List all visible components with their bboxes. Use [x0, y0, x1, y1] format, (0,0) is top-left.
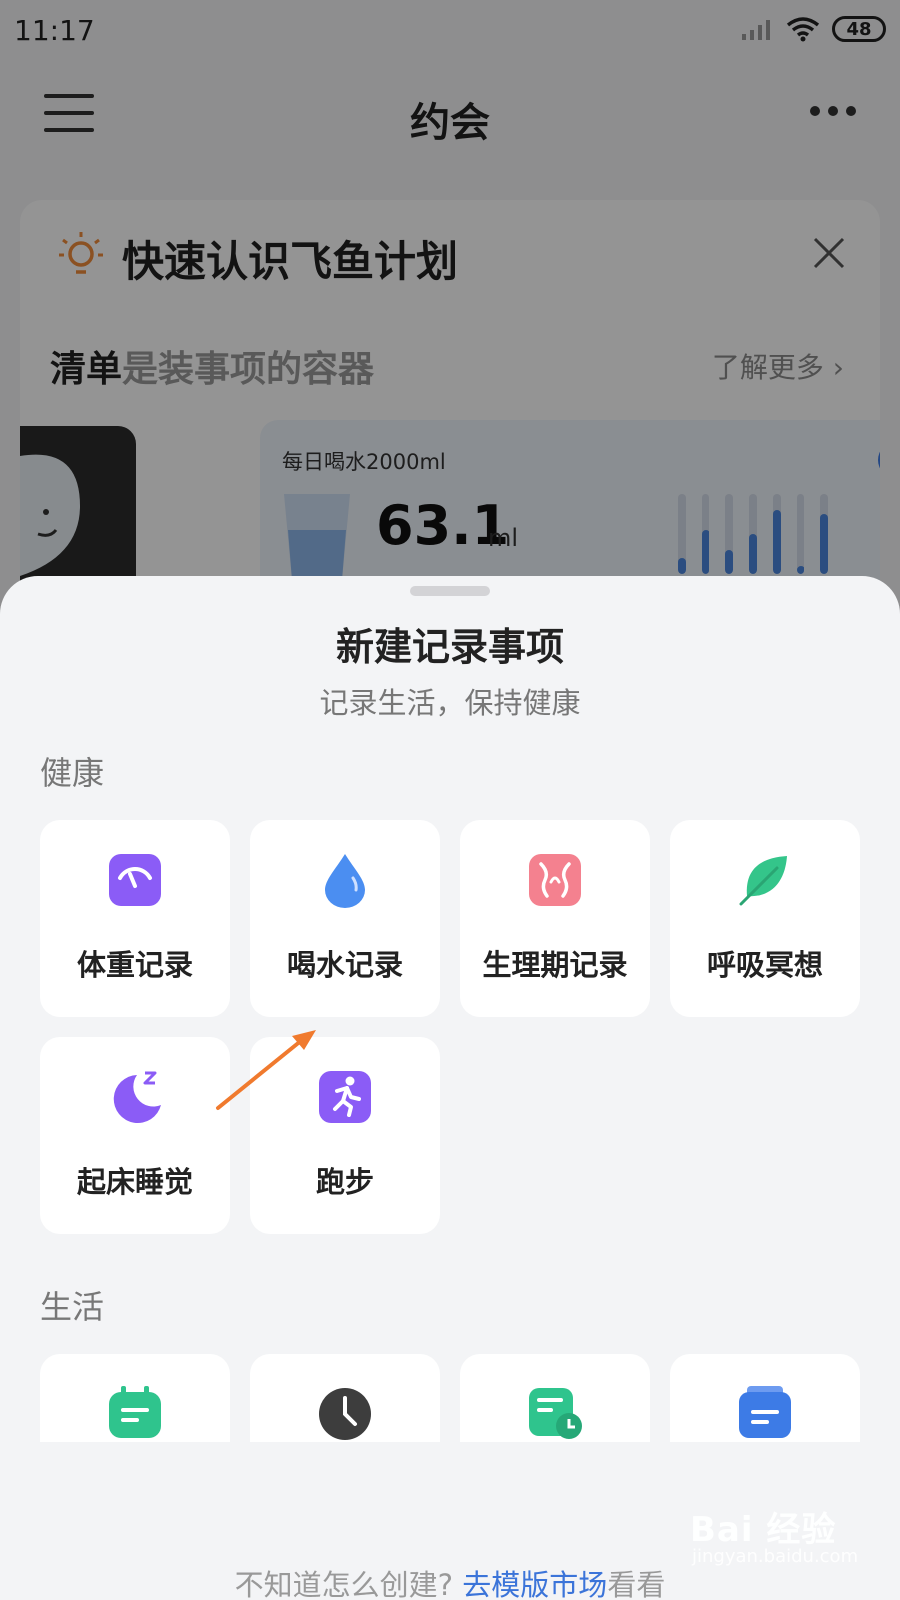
sheet-subtitle: 记录生活，保持健康 — [319, 686, 581, 720]
tile-life-schedule[interactable] — [460, 1354, 650, 1442]
drag-handle[interactable] — [410, 586, 490, 596]
water-drop-icon — [325, 854, 365, 908]
tile-water-record[interactable]: 喝水记录 — [250, 820, 440, 1017]
clock-icon — [319, 1388, 371, 1440]
tile-label: 起床睡觉 — [76, 1165, 193, 1199]
leaf-icon — [739, 856, 787, 906]
template-market-link[interactable]: 去模版市场 — [462, 1568, 607, 1600]
period-icon — [529, 854, 581, 906]
sheet-title: 新建记录事项 — [335, 625, 564, 669]
watermark-url: jingyan.baidu.com — [692, 1546, 859, 1567]
tile-life-clock[interactable] — [250, 1354, 440, 1442]
tile-running[interactable]: 跑步 — [250, 1037, 440, 1234]
moon-icon — [113, 1071, 161, 1123]
section-label-life: 生活 — [40, 1288, 105, 1326]
health-grid: 体重记录 喝水记录 生理期记录 呼吸冥想 起床睡觉 跑步 — [40, 820, 860, 1234]
tile-label: 生理期记录 — [482, 948, 628, 982]
tile-label: 呼吸冥想 — [706, 948, 823, 982]
schedule-icon — [529, 1388, 582, 1439]
tile-life-note[interactable] — [670, 1354, 860, 1442]
footer-prefix: 不知道怎么创建? — [234, 1568, 454, 1600]
new-record-sheet: 新建记录事项 记录生活，保持健康 健康 体重记录 喝水记录 生理期记录 呼吸冥想… — [0, 576, 900, 1600]
calendar-icon — [109, 1386, 161, 1438]
life-grid — [40, 1354, 860, 1442]
tile-weight-record[interactable]: 体重记录 — [40, 820, 230, 1017]
tile-label: 体重记录 — [76, 948, 193, 982]
section-label-health: 健康 — [40, 754, 105, 792]
running-icon — [319, 1071, 371, 1123]
tile-breathing-meditation[interactable]: 呼吸冥想 — [670, 820, 860, 1017]
tile-label: 跑步 — [315, 1165, 374, 1199]
tile-sleep-wake[interactable]: 起床睡觉 — [40, 1037, 230, 1234]
note-icon — [739, 1386, 791, 1438]
template-market-hint: 不知道怎么创建? 去模版市场看看 — [0, 1562, 900, 1600]
tile-life-calendar[interactable] — [40, 1354, 230, 1442]
scale-icon — [109, 854, 161, 906]
footer-suffix: 看看 — [607, 1568, 666, 1600]
tile-label: 喝水记录 — [286, 948, 403, 982]
watermark-brand: Bai 经验 — [690, 1510, 837, 1550]
tile-period-record[interactable]: 生理期记录 — [460, 820, 650, 1017]
